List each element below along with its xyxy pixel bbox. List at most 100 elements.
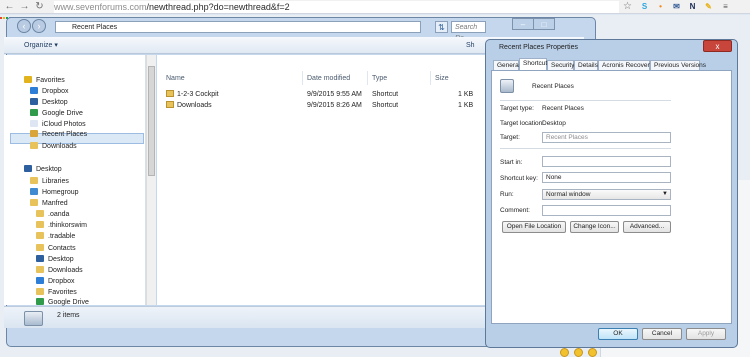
file-name-text: Downloads	[177, 102, 212, 109]
file-date: 9/9/2015 8:26 AM	[307, 100, 362, 111]
refresh-icon[interactable]: ⇅	[435, 21, 448, 33]
bookmark-star-icon[interactable]: ☆	[622, 0, 633, 13]
folder-icon	[30, 87, 38, 94]
search-input[interactable]: Search Re	[451, 21, 486, 42]
file-type: Shortcut	[372, 89, 398, 100]
back-arrow-icon[interactable]: ←	[4, 0, 15, 13]
column-separator[interactable]	[302, 71, 303, 85]
comment-label: Comment:	[500, 207, 530, 214]
open-file-location-button[interactable]: Open File Location	[502, 221, 566, 233]
shortcut-key-label: Shortcut key:	[500, 175, 538, 182]
shortcut-key-field[interactable]: None	[542, 172, 671, 183]
run-dropdown[interactable]: Normal window	[542, 189, 671, 200]
nav-item-label: Google Drive	[42, 110, 83, 117]
file-type-text: Shortcut	[372, 91, 399, 98]
column-header-type[interactable]: Type	[372, 73, 387, 84]
maximize-button[interactable]: □	[533, 18, 555, 30]
nav-item[interactable]: Google Drive	[30, 108, 83, 119]
nav-item-label: Homegroup	[42, 189, 79, 196]
folder-icon	[36, 298, 44, 305]
nav-item[interactable]: Dropbox	[30, 86, 68, 97]
nav-item[interactable]: Desktop	[24, 164, 62, 175]
column-header-name[interactable]: Name	[166, 73, 185, 84]
nav-item-label: Libraries	[42, 178, 69, 185]
mail-icon[interactable]: ✉	[671, 1, 682, 12]
nav-item[interactable]: Desktop	[30, 97, 68, 108]
column-header-size[interactable]: Size	[435, 73, 449, 84]
file-size-text: 1 KB	[458, 102, 474, 109]
target-type-label: Target type:	[500, 105, 534, 112]
file-name[interactable]: 1-2-3 Cockpit	[166, 89, 219, 100]
nav-item-label: Manfred	[42, 200, 68, 207]
address-bar[interactable]: www.sevenforums.com/newthread.php?do=new…	[54, 1, 619, 13]
folder-icon	[36, 266, 44, 273]
pen-icon[interactable]: ✎	[703, 1, 714, 12]
nav-item-label: Dropbox	[42, 88, 69, 95]
nav-item-label: .oanda	[48, 211, 70, 218]
folder-icon	[24, 76, 32, 83]
cancel-button[interactable]: Cancel	[642, 328, 682, 340]
column-header-date[interactable]: Date modified	[307, 73, 350, 84]
smiley-icon[interactable]	[574, 348, 583, 357]
change-icon-button[interactable]: Change Icon...	[570, 221, 619, 233]
url-host: www.sevenforums.com	[54, 2, 147, 12]
explorer-address-bar[interactable]: Recent Places	[55, 21, 421, 33]
separator	[500, 148, 671, 149]
folder-icon	[36, 288, 44, 295]
smiley-icon[interactable]	[560, 348, 569, 357]
nav-item[interactable]: Favorites	[24, 75, 65, 86]
target-location-value: Desktop	[542, 120, 566, 127]
folder-icon	[30, 177, 38, 184]
shortcut-folder-icon	[166, 101, 174, 108]
nav-item[interactable]: Manfred	[30, 198, 68, 209]
nav-item[interactable]: Downloads	[36, 265, 83, 276]
nav-item-label: Desktop	[42, 99, 68, 106]
file-date-text: 9/9/2015 8:26 AM	[307, 102, 362, 109]
nav-item[interactable]: .tradable	[36, 231, 75, 242]
nav-item[interactable]: Dropbox	[36, 276, 74, 287]
nav-item[interactable]: .oanda	[36, 209, 69, 220]
chevron-down-icon[interactable]: ▼	[662, 189, 668, 200]
shortcut-name: Recent Places	[532, 83, 574, 90]
target-label: Target:	[500, 134, 520, 141]
forward-arrow-icon[interactable]: →	[19, 0, 30, 13]
smiley-icon[interactable]	[588, 348, 597, 357]
target-location-label: Target location:	[500, 120, 545, 127]
organize-button[interactable]: Organize ▾	[24, 41, 58, 51]
apply-button[interactable]: Apply	[686, 328, 726, 340]
nav-item[interactable]: Contacts	[36, 243, 76, 254]
back-button[interactable]: ‹	[17, 19, 31, 33]
menu-icon[interactable]: ≡	[720, 1, 731, 12]
comment-field[interactable]	[542, 205, 671, 216]
nav-item[interactable]: Downloads	[30, 141, 77, 152]
nav-item[interactable]: .thinkorswim	[36, 220, 87, 231]
file-size-text: 1 KB	[458, 91, 474, 98]
reload-icon[interactable]: ↻	[34, 0, 45, 13]
minimize-button[interactable]: –	[512, 18, 534, 30]
target-field[interactable]: Recent Places	[542, 132, 671, 143]
start-in-field[interactable]	[542, 156, 671, 167]
n-extension-icon[interactable]: N	[687, 1, 698, 12]
nav-item[interactable]: Libraries	[30, 176, 69, 187]
dialog-close-button[interactable]: x	[703, 40, 732, 52]
folder-icon	[30, 142, 38, 149]
forward-button[interactable]: ›	[32, 19, 46, 33]
column-separator[interactable]	[430, 71, 431, 85]
folder-icon	[30, 109, 38, 116]
folder-icon	[30, 120, 38, 127]
ok-button[interactable]: OK	[598, 328, 638, 340]
file-name[interactable]: Downloads	[166, 100, 212, 111]
share-button-partial[interactable]: Sh	[466, 41, 475, 51]
nav-item[interactable]: Desktop	[36, 254, 74, 265]
file-name-text: 1-2-3 Cockpit	[177, 91, 219, 98]
nav-item[interactable]: Homegroup	[30, 187, 79, 198]
scrollbar-thumb[interactable]	[148, 66, 155, 176]
rss-icon[interactable]: •	[655, 1, 666, 12]
nav-item[interactable]: Recent Places	[30, 129, 87, 140]
target-type-value: Recent Places	[542, 105, 584, 112]
advanced-button[interactable]: Advanced...	[623, 221, 671, 233]
column-separator[interactable]	[367, 71, 368, 85]
file-type-text: Shortcut	[372, 102, 399, 109]
skype-icon[interactable]: S	[639, 1, 650, 12]
folder-icon	[30, 199, 38, 206]
